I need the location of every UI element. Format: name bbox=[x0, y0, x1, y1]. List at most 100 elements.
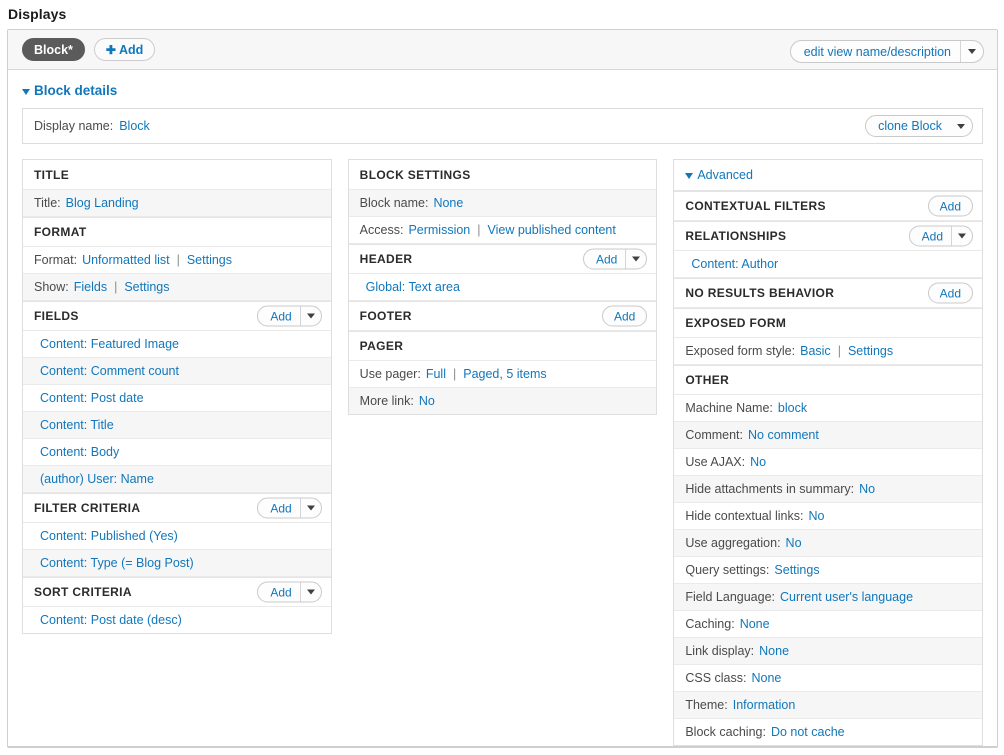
setting-row-more-link: More link: No bbox=[348, 388, 657, 414]
add-button-footer[interactable]: Add bbox=[601, 305, 648, 327]
bucket-header-footer: FOOTER Add bbox=[348, 301, 657, 331]
bucket-item-link[interactable]: Content: Author bbox=[685, 257, 778, 271]
add-button-fields[interactable]: Add bbox=[257, 305, 322, 327]
bucket-item-link[interactable]: (author) User: Name bbox=[34, 472, 154, 486]
bucket-item-link[interactable]: Content: Title bbox=[34, 418, 114, 432]
setting-value-link[interactable]: None bbox=[759, 644, 789, 658]
separator: | bbox=[452, 367, 457, 381]
chevron-down-icon[interactable] bbox=[626, 256, 646, 262]
clone-block-label: clone Block bbox=[878, 119, 942, 133]
chevron-down-icon[interactable] bbox=[301, 505, 321, 511]
add-display-label: Add bbox=[118, 42, 144, 57]
setting-label: Show: bbox=[34, 280, 69, 294]
setting-value-link[interactable]: View published content bbox=[488, 223, 616, 237]
bucket-header-sort-criteria: SORT CRITERIA Add bbox=[23, 577, 331, 607]
bucket-header-filter-criteria: FILTER CRITERIA Add bbox=[23, 493, 331, 523]
views-edit-container: Block* ✚ Add edit view name/description B… bbox=[7, 29, 998, 748]
separator: | bbox=[837, 344, 841, 358]
setting-value-link[interactable]: No bbox=[786, 536, 802, 550]
bucket-item-row: Content: Comment count bbox=[23, 358, 331, 385]
display-tab-block[interactable]: Block* bbox=[22, 38, 85, 61]
bucket-title: HEADER bbox=[359, 252, 413, 266]
add-button-relationships[interactable]: Add bbox=[908, 225, 974, 247]
add-display-button[interactable]: ✚ Add bbox=[93, 38, 156, 61]
setting-value-link[interactable]: No bbox=[419, 394, 435, 408]
advanced-label: Advanced bbox=[697, 168, 753, 182]
add-button-no-results-behavior[interactable]: Add bbox=[927, 282, 974, 304]
bucket-header-no-results-behavior: NO RESULTS BEHAVIOR Add bbox=[674, 278, 983, 308]
bucket-item-row: Content: Post date (desc) bbox=[23, 607, 331, 633]
triangle-down-icon bbox=[685, 173, 694, 179]
setting-value-link[interactable]: Permission bbox=[408, 223, 470, 237]
bucket-item-link[interactable]: Content: Post date bbox=[34, 391, 144, 405]
bucket-title: OTHER bbox=[685, 373, 730, 387]
views-edit-page: Displays Block* ✚ Add edit view name/desc… bbox=[0, 0, 1004, 755]
setting-value-link[interactable]: None bbox=[740, 617, 770, 631]
setting-label: Block name: bbox=[359, 196, 429, 210]
setting-value-link[interactable]: Unformatted list bbox=[82, 253, 170, 267]
setting-value-link[interactable]: No comment bbox=[748, 428, 819, 442]
chevron-down-icon[interactable] bbox=[952, 233, 972, 239]
setting-value-link[interactable]: block bbox=[778, 401, 807, 415]
chevron-down-icon[interactable] bbox=[301, 313, 321, 319]
chevron-down-icon[interactable] bbox=[950, 123, 972, 129]
bucket-header-format: FORMAT bbox=[23, 217, 331, 247]
setting-label: Comment: bbox=[685, 428, 743, 442]
bucket-item-link[interactable]: Content: Type (= Blog Post) bbox=[34, 556, 194, 570]
setting-row-caching: Caching: None bbox=[674, 611, 983, 638]
block-details-toggle[interactable]: Block details bbox=[8, 70, 997, 108]
setting-value-link[interactable]: Current user's language bbox=[780, 590, 913, 604]
add-button-sort-criteria[interactable]: Add bbox=[257, 581, 322, 603]
setting-value-link[interactable]: Basic bbox=[800, 344, 831, 358]
bucket-item-link[interactable]: Content: Body bbox=[34, 445, 119, 459]
add-button-label: Add bbox=[270, 585, 292, 599]
add-button-label: Add bbox=[595, 252, 618, 266]
setting-value-link[interactable]: Settings bbox=[848, 344, 893, 358]
bucket-item-link[interactable]: Content: Comment count bbox=[34, 364, 179, 378]
setting-row-block-caching: Block caching: Do not cache bbox=[674, 719, 982, 745]
setting-value-link[interactable]: Paged, 5 items bbox=[463, 367, 546, 381]
edit-view-name-description-button[interactable]: edit view name/description bbox=[789, 40, 984, 63]
add-button-filter-criteria[interactable]: Add bbox=[257, 497, 322, 519]
setting-value-link[interactable]: Fields bbox=[74, 280, 107, 294]
bucket-item-link[interactable]: Content: Featured Image bbox=[34, 337, 179, 351]
bucket-item-row: Content: Body bbox=[23, 439, 331, 466]
clone-block-button[interactable]: clone Block bbox=[865, 115, 973, 137]
setting-row-query-settings: Query settings: Settings bbox=[674, 557, 983, 584]
setting-value-link[interactable]: Full bbox=[426, 367, 446, 381]
setting-label: Exposed form style: bbox=[685, 344, 796, 358]
setting-value-link[interactable]: No bbox=[750, 455, 766, 469]
setting-value-link[interactable]: Blog Landing bbox=[66, 196, 139, 210]
setting-row-use-ajax: Use AJAX: No bbox=[674, 449, 983, 476]
bucket-item-link[interactable]: Global: Text area bbox=[360, 280, 460, 294]
add-button-label: Add bbox=[270, 309, 292, 323]
setting-value-link[interactable]: None bbox=[433, 196, 463, 210]
bucket-title: NO RESULTS BEHAVIOR bbox=[685, 286, 835, 300]
bucket-title: FORMAT bbox=[34, 225, 87, 239]
setting-label: Theme: bbox=[685, 698, 728, 712]
setting-label: Query settings: bbox=[685, 563, 770, 577]
add-button-contextual-filters[interactable]: Add bbox=[927, 195, 974, 217]
display-name-strip: Display name: Block clone Block bbox=[22, 108, 983, 144]
setting-row-css-class: CSS class: None bbox=[674, 665, 983, 692]
setting-value-link[interactable]: Settings bbox=[187, 253, 232, 267]
display-name-value[interactable]: Block bbox=[119, 119, 150, 133]
setting-value-link[interactable]: Information bbox=[733, 698, 796, 712]
bucket-item-link[interactable]: Content: Post date (desc) bbox=[34, 613, 182, 627]
setting-value-link[interactable]: No bbox=[859, 482, 875, 496]
bucket-item-link[interactable]: Content: Published (Yes) bbox=[34, 529, 178, 543]
setting-value-link[interactable]: None bbox=[751, 671, 781, 685]
advanced-toggle[interactable]: Advanced bbox=[674, 160, 983, 191]
chevron-down-icon[interactable] bbox=[961, 49, 983, 54]
chevron-down-icon[interactable] bbox=[301, 589, 321, 595]
setting-label: Format: bbox=[34, 253, 78, 267]
setting-row-title: Title: Blog Landing bbox=[23, 190, 331, 217]
setting-value-link[interactable]: Settings bbox=[124, 280, 169, 294]
setting-value-link[interactable]: Do not cache bbox=[771, 725, 845, 739]
setting-row-use-aggregation: Use aggregation: No bbox=[674, 530, 983, 557]
setting-row-comment: Comment: No comment bbox=[674, 422, 983, 449]
setting-value-link[interactable]: Settings bbox=[774, 563, 819, 577]
add-button-header[interactable]: Add bbox=[582, 248, 648, 270]
setting-value-link[interactable]: No bbox=[808, 509, 824, 523]
setting-label: CSS class: bbox=[685, 671, 747, 685]
